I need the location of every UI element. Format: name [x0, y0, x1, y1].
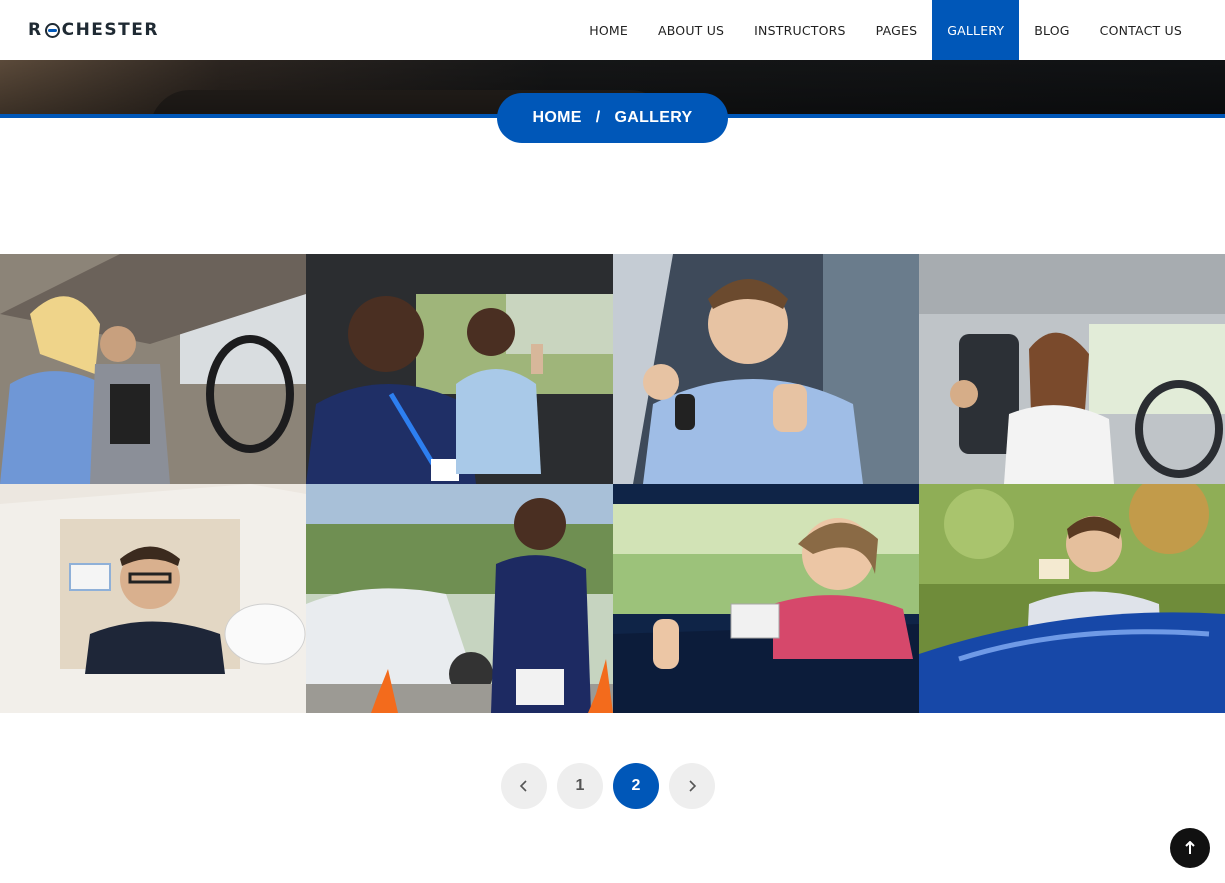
breadcrumb-separator: /	[595, 109, 601, 126]
chevron-right-icon	[689, 780, 697, 792]
pagination: 1 2	[501, 763, 715, 809]
gallery-photo-6[interactable]	[306, 484, 613, 713]
nav-gallery[interactable]: GALLERY	[932, 0, 1020, 60]
main-nav: HOME ABOUT US INSTRUCTORS PAGES GALLERY …	[574, 0, 1197, 60]
photo-image	[919, 484, 1225, 713]
photo-image	[0, 254, 306, 484]
page-2-button[interactable]: 2	[613, 763, 659, 809]
breadcrumb-current: GALLERY	[614, 109, 693, 126]
photo-image	[613, 254, 919, 484]
gallery-photo-5[interactable]	[0, 484, 306, 713]
nav-instructors[interactable]: INSTRUCTORS	[739, 0, 860, 60]
site-logo[interactable]: R CHESTER	[28, 18, 159, 42]
photo-image	[306, 484, 613, 713]
next-page-button[interactable]	[669, 763, 715, 809]
photo-image	[919, 254, 1225, 484]
photo-image	[0, 484, 306, 713]
logo-rest: CHESTER	[61, 20, 159, 40]
nav-blog[interactable]: BLOG	[1019, 0, 1084, 60]
breadcrumb: HOME / GALLERY	[497, 93, 728, 143]
site-header: R CHESTER HOME ABOUT US INSTRUCTORS PAGES…	[0, 0, 1225, 60]
photo-image	[306, 254, 613, 484]
gallery-grid	[0, 254, 1225, 713]
gallery-photo-1[interactable]	[0, 254, 306, 484]
photo-image	[613, 484, 919, 713]
arrow-up-icon	[1185, 841, 1195, 854]
page-1-button[interactable]: 1	[557, 763, 603, 809]
steering-wheel-icon	[44, 22, 60, 38]
gallery-photo-4[interactable]	[919, 254, 1225, 484]
nav-about-us[interactable]: ABOUT US	[643, 0, 739, 60]
nav-pages[interactable]: PAGES	[861, 0, 933, 60]
nav-contact-us[interactable]: CONTACT US	[1085, 0, 1197, 60]
gallery-photo-8[interactable]	[919, 484, 1225, 713]
logo-letter: R	[28, 20, 43, 40]
chevron-left-icon	[519, 780, 527, 792]
scroll-to-top-button[interactable]	[1170, 828, 1210, 868]
gallery-photo-3[interactable]	[613, 254, 919, 484]
gallery-photo-7[interactable]	[613, 484, 919, 713]
breadcrumb-home[interactable]: HOME	[533, 109, 582, 127]
nav-home[interactable]: HOME	[574, 0, 643, 60]
prev-page-button[interactable]	[501, 763, 547, 809]
gallery-photo-2[interactable]	[306, 254, 613, 484]
